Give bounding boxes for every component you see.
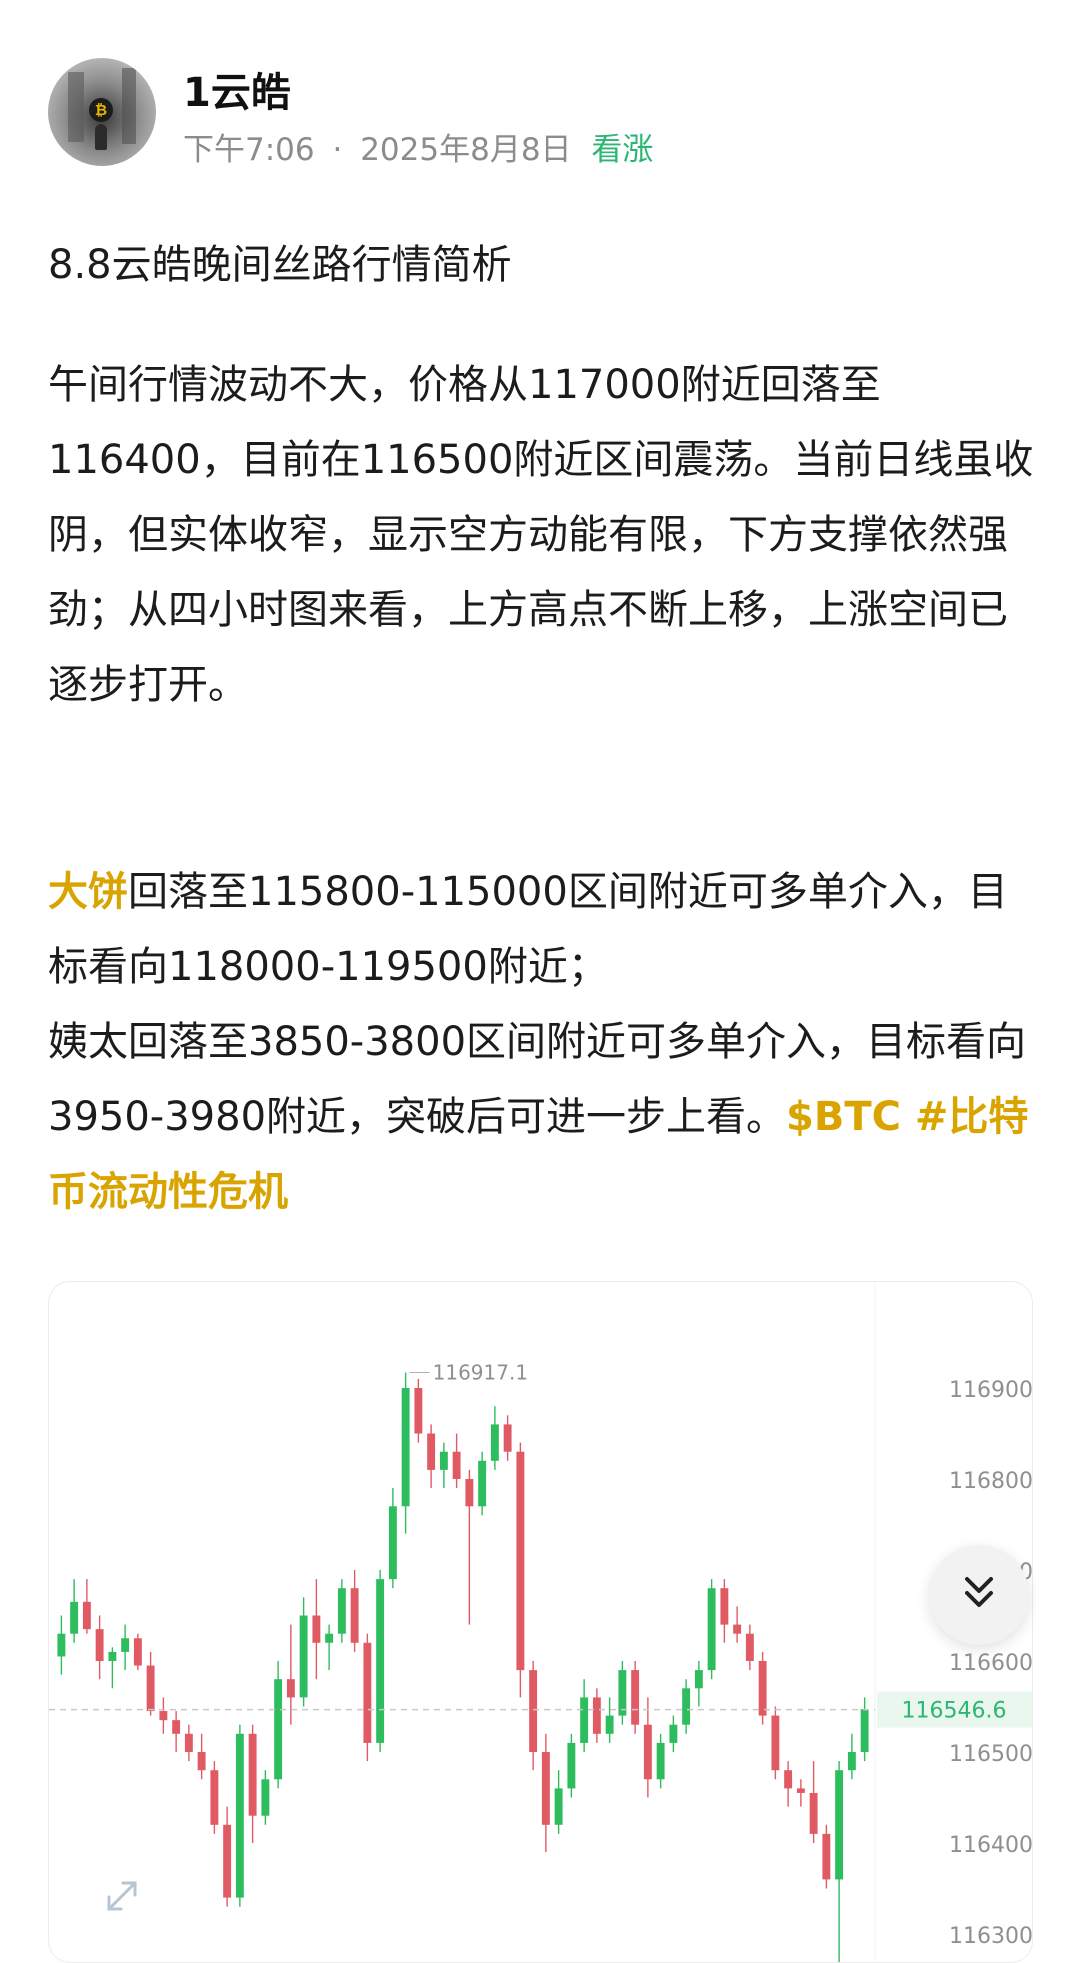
candle-body: [465, 1479, 474, 1507]
candle-body: [809, 1792, 818, 1834]
candle-body: [223, 1824, 232, 1898]
candle-body: [235, 1733, 244, 1898]
post-date: 2025年8月8日: [360, 132, 572, 168]
candle-body: [707, 1588, 716, 1671]
candle-body: [567, 1742, 576, 1789]
candle-body: [847, 1752, 856, 1771]
candle-body: [388, 1506, 397, 1580]
candle-body: [580, 1697, 589, 1743]
y-tick-label: 116800: [949, 1469, 1032, 1494]
candle-body: [516, 1451, 525, 1671]
candle-body: [172, 1720, 181, 1734]
y-tick-label: 116900: [949, 1378, 1032, 1403]
candle-body: [758, 1661, 767, 1716]
candle-body: [503, 1424, 512, 1452]
y-tick-label: 116500: [949, 1742, 1032, 1767]
candle-body: [146, 1665, 155, 1712]
candle-body: [414, 1388, 423, 1434]
expand-chart-button[interactable]: [101, 1875, 143, 1917]
candle-body: [682, 1688, 691, 1725]
scroll-down-button[interactable]: [929, 1545, 1029, 1645]
candle-body: [605, 1715, 614, 1734]
btc-label: 大饼: [48, 869, 128, 915]
candle-body: [784, 1770, 793, 1789]
post-paragraph-analysis: 午间行情波动不大，价格从117000附近回落至116400，目前在116500附…: [48, 362, 1034, 708]
candle-body: [286, 1679, 295, 1698]
candle-body: [822, 1833, 831, 1880]
post-title: 8.8云皓晚间丝路行情简析: [48, 242, 512, 288]
candle-body: [312, 1615, 321, 1643]
candle-body: [860, 1709, 869, 1752]
candle-body: [720, 1588, 729, 1625]
candle-body: [529, 1670, 538, 1752]
candle-body: [401, 1388, 410, 1507]
candle-body: [631, 1670, 640, 1725]
candle-body: [618, 1670, 627, 1716]
double-chevron-down-icon: [957, 1571, 1001, 1619]
candle-body: [299, 1615, 308, 1698]
candle-body: [350, 1588, 359, 1643]
btc-strategy-text: 回落至115800-115000区间附近可多单介入，目标看向118000-119…: [48, 869, 1008, 990]
candle-body: [159, 1711, 168, 1721]
candle-body: [197, 1752, 206, 1771]
current-price-label: 116546.6: [902, 1699, 1007, 1724]
candle-body: [133, 1638, 142, 1666]
username[interactable]: 1云皓: [183, 60, 291, 118]
candle-body: [82, 1601, 91, 1630]
candle-body: [427, 1433, 436, 1470]
candle-body: [95, 1629, 104, 1661]
candle-body: [478, 1460, 487, 1507]
candlestick-chart: 1169001168001167001166001165001164001163…: [49, 1282, 1032, 1962]
candle-body: [592, 1697, 601, 1734]
candle-body: [490, 1424, 499, 1461]
candle-body: [376, 1579, 385, 1743]
avatar-building-right: [122, 68, 136, 144]
candle-body: [337, 1588, 346, 1634]
candle-body: [261, 1779, 270, 1816]
avatar-figure: [95, 124, 107, 150]
candle-body: [733, 1624, 742, 1634]
candle-body: [121, 1638, 130, 1652]
high-price-label: 116917.1: [433, 1361, 528, 1385]
candle-body: [694, 1670, 703, 1689]
y-tick-label: 116300: [949, 1924, 1032, 1949]
expand-arrows-icon: [101, 1881, 143, 1921]
candle-body: [745, 1633, 754, 1661]
candle-body: [325, 1633, 334, 1643]
candle-body: [274, 1679, 283, 1780]
candle-body: [554, 1788, 563, 1825]
y-tick-label: 116400: [949, 1833, 1032, 1858]
post-meta: 下午7:06 · 2025年8月8日 看涨: [183, 124, 653, 169]
candle-body: [771, 1715, 780, 1771]
candle-body: [796, 1788, 805, 1793]
candle-body: [210, 1770, 219, 1825]
candle-body: [643, 1724, 652, 1780]
post-header: ₿ 1云皓 下午7:06 · 2025年8月8日 看涨: [48, 58, 1032, 168]
candle-body: [248, 1733, 257, 1816]
candle-body: [184, 1733, 193, 1752]
post-time: 下午7:06: [183, 132, 315, 168]
candle-body: [363, 1642, 372, 1743]
post-paragraph-strategy: 大饼回落至115800-115000区间附近可多单介入，目标看向118000-1…: [48, 855, 1038, 1230]
candle-body: [541, 1752, 550, 1825]
avatar[interactable]: ₿: [48, 58, 156, 166]
candle-body: [57, 1633, 66, 1657]
candle-body: [656, 1742, 665, 1780]
candle-body: [439, 1451, 448, 1470]
sentiment-badge: 看涨: [591, 132, 654, 168]
candle-body: [70, 1601, 79, 1634]
candle-body: [835, 1770, 844, 1880]
candle-body: [108, 1651, 117, 1661]
candle-body: [452, 1451, 461, 1479]
avatar-building-left: [68, 72, 84, 142]
bitcoin-icon: ₿: [89, 98, 113, 122]
candle-body: [669, 1724, 678, 1743]
meta-separator: ·: [332, 132, 343, 168]
y-tick-label: 116600: [949, 1651, 1032, 1676]
price-chart-card[interactable]: 1169001168001167001166001165001164001163…: [48, 1281, 1033, 1963]
